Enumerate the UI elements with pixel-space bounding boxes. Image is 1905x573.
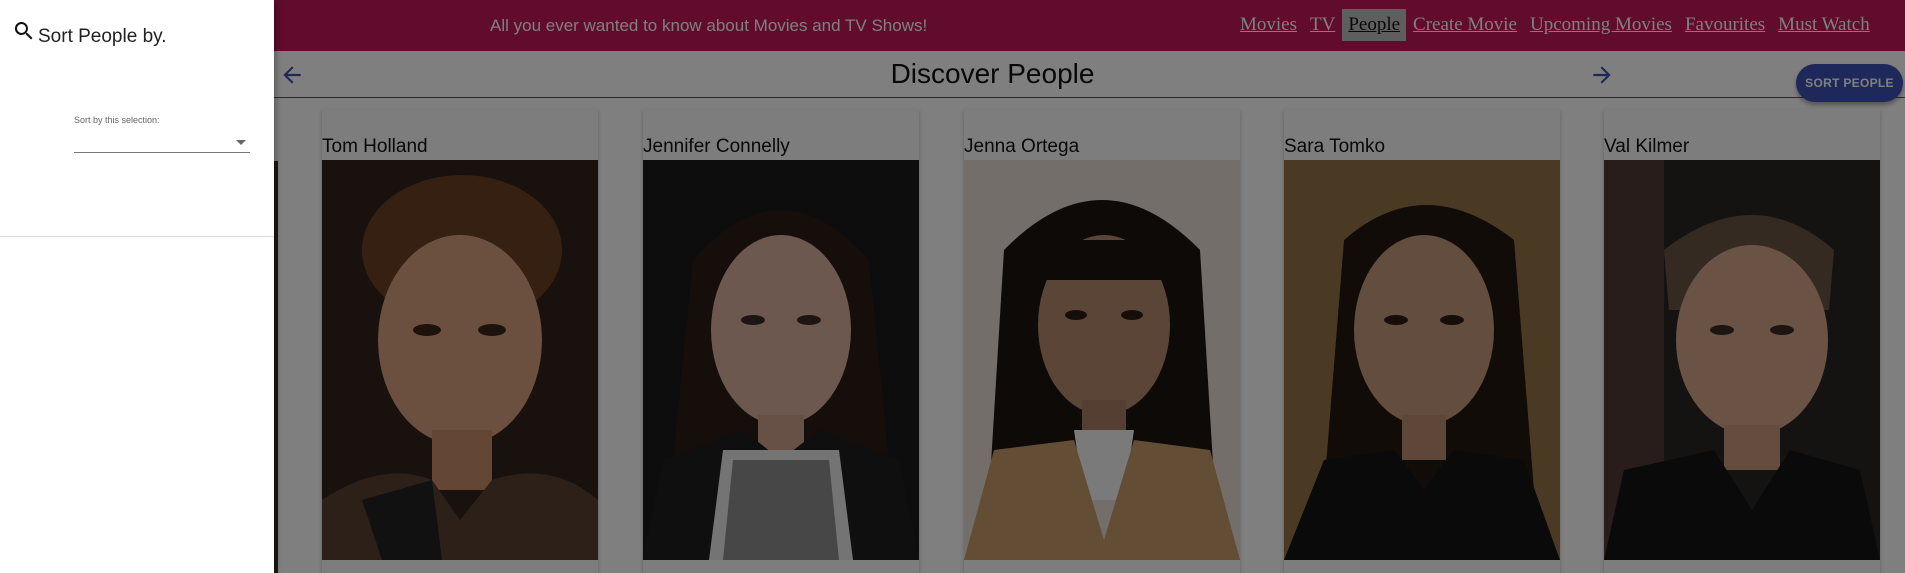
drawer-title: Sort People by. [38,26,167,47]
chevron-down-icon [236,140,246,145]
drawer-header: Sort People by. [12,18,167,48]
drawer-backdrop[interactable] [0,0,1905,573]
sort-select[interactable] [74,131,250,153]
sort-field: Sort by this selection: [74,115,250,153]
sort-drawer: Sort People by. Sort by this selection: [0,0,274,573]
search-icon [12,19,36,48]
drawer-divider [0,236,274,237]
sort-field-label: Sort by this selection: [74,115,160,125]
